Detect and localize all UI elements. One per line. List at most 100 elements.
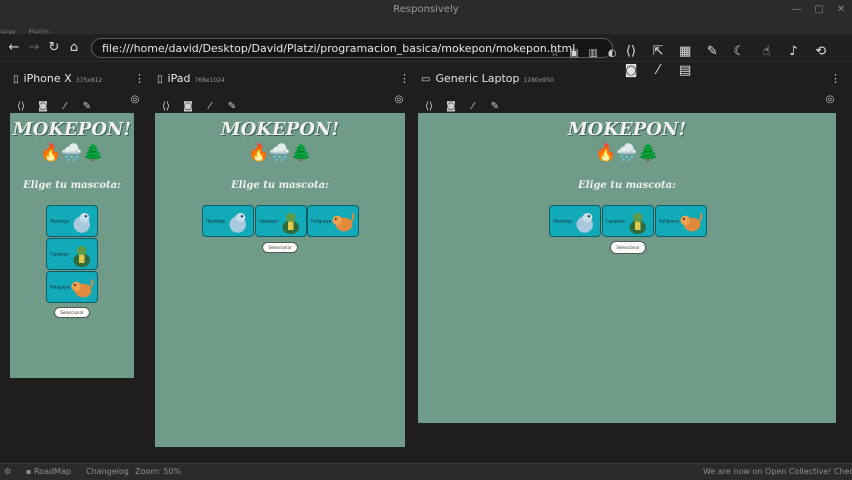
page-title: MOKEPON! — [567, 119, 687, 140]
pet-card-ratigueya[interactable]: Ratigueya — [655, 205, 707, 237]
devtools-icon[interactable]: ⟨⟩ — [620, 44, 642, 59]
pet-card-ratigueya[interactable]: Ratigueya — [46, 271, 98, 303]
layout-icon[interactable]: ▤ — [674, 63, 696, 78]
rotate-icon[interactable]: ◎ — [819, 94, 841, 105]
url-input[interactable]: file:///home/david/Desktop/David/Platzi/… — [91, 38, 613, 58]
ratigueya-image — [679, 212, 702, 232]
select-pet-button[interactable]: Seleccionar — [54, 307, 90, 318]
darkmode-icon[interactable]: ☾ — [728, 44, 750, 59]
device-header-laptop: ▭ Generic Laptop 1280x950 — [421, 72, 554, 88]
home-icon[interactable]: ⌂ — [66, 40, 82, 56]
address-toolbar: ← → ↻ ⌂ file:///home/david/Desktop/David… — [0, 34, 852, 78]
device-size: 1280x950 — [523, 77, 554, 84]
edit-icon[interactable]: ✎ — [76, 101, 98, 112]
forward-icon[interactable]: → — [26, 40, 42, 56]
ratigueya-image — [70, 278, 93, 298]
screenshot-icon[interactable]: ◙ — [177, 101, 199, 112]
pet-card-capipepo[interactable]: Capipepo — [255, 205, 307, 237]
pet-card-hipodoge[interactable]: Hipodoge — [202, 205, 254, 237]
hipodoge-image — [73, 212, 90, 233]
device-tools-laptop: ⟨⟩ ◙ ⁄ ✎ ◎ — [418, 94, 836, 112]
hipodoge-image — [576, 212, 593, 233]
edit-icon[interactable]: ✎ — [701, 44, 723, 59]
eyedropper-icon[interactable]: ⁄ — [54, 101, 76, 112]
tablet-icon: ▯ — [157, 74, 163, 85]
devtools-icon[interactable]: ⟨⟩ — [155, 101, 177, 112]
device-name: iPad — [167, 72, 191, 85]
viewport-laptop[interactable]: MOKEPON! 🔥🌧️🌲 Elige tu mascota: Hipodoge… — [418, 113, 836, 423]
camera-icon[interactable]: ◙ — [620, 63, 642, 78]
sound-icon[interactable]: ♪ — [783, 44, 805, 59]
device-menu-icon[interactable]: ⋮ — [399, 72, 410, 85]
touch-icon[interactable]: ☝ — [755, 44, 777, 59]
device-header-ipad: ▯ iPad 768x1024 — [157, 72, 225, 88]
rotate-icon[interactable]: ◎ — [388, 94, 410, 105]
emoji-row: 🔥🌧️🌲 — [40, 143, 104, 163]
page-title: MOKEPON! — [12, 119, 132, 140]
emoji-row: 🔥🌧️🌲 — [248, 143, 312, 163]
minimize-icon[interactable]: — — [790, 3, 804, 17]
viewport-iphone[interactable]: MOKEPON! 🔥🌧️🌲 Elige tu mascota: Hipodoge… — [10, 113, 134, 378]
device-menu-icon[interactable]: ⋮ — [134, 72, 145, 85]
close-window-icon[interactable]: ✕ — [834, 3, 848, 17]
pet-name: Capipepo — [50, 251, 69, 257]
device-size: 768x1024 — [194, 77, 225, 84]
device-menu-icon[interactable]: ⋮ — [830, 72, 841, 85]
pet-name: Hipodoge — [50, 218, 70, 224]
inspect-icon[interactable]: ⇱ — [647, 44, 669, 59]
global-tools: ⟨⟩ ⇱ ▦ ✎ ☾ ☝ ♪ ⟲ ◙ ⁄ ▤ — [620, 40, 852, 78]
pet-name: Capipepo — [259, 218, 278, 224]
pet-card-ratigueya[interactable]: Ratigueya — [307, 205, 359, 237]
rotate-icon[interactable]: ◎ — [124, 94, 146, 105]
changelog-link[interactable]: Changelog — [86, 467, 129, 476]
eyedropper-icon[interactable]: ⁄ — [647, 63, 669, 78]
select-pet-button[interactable]: Seleccionar — [610, 241, 646, 254]
settings-icon[interactable]: ⚙ — [4, 467, 11, 476]
select-pet-button[interactable]: Seleccionar — [262, 242, 298, 253]
capipepo-image — [282, 212, 299, 235]
reload-icon[interactable]: ↻ — [46, 40, 62, 56]
screenshot-icon[interactable]: ◙ — [440, 101, 462, 112]
open-collective-notice[interactable]: We are now on Open Collective! Check it … — [703, 467, 852, 476]
phone-icon: ▯ — [13, 74, 19, 85]
page-title: MOKEPON! — [220, 119, 340, 140]
window-titlebar: Responsively — ▢ ✕ — [0, 0, 852, 20]
emoji-row: 🔥🌧️🌲 — [595, 143, 659, 163]
device-name: Generic Laptop — [435, 72, 520, 85]
device-size: 375x812 — [75, 77, 103, 84]
capipepo-image — [73, 245, 90, 268]
pet-card-capipepo[interactable]: Capipepo — [602, 205, 654, 237]
pet-card-hipodoge[interactable]: Hipodoge — [549, 205, 601, 237]
clear-icon[interactable]: ◐ — [605, 48, 619, 59]
devtools-icon[interactable]: ⟨⟩ — [418, 101, 440, 112]
edit-icon[interactable]: ✎ — [221, 101, 243, 112]
page-subtitle: Elige tu mascota: — [578, 180, 676, 191]
zoom-level: Zoom: 50% — [135, 467, 182, 476]
preview-icon[interactable]: ▦ — [674, 44, 696, 59]
viewport-ipad[interactable]: MOKEPON! 🔥🌧️🌲 Elige tu mascota: Hipodoge… — [155, 113, 405, 447]
menu-bar: View Help — [0, 20, 852, 38]
screenshot-icon[interactable]: ▣ — [567, 48, 581, 59]
edit-icon[interactable]: ✎ — [484, 101, 506, 112]
pet-name: Hipodoge — [553, 218, 573, 224]
delete-icon[interactable]: ▥ — [586, 48, 600, 59]
rotate-icon[interactable]: ⟲ — [810, 44, 832, 59]
laptop-icon: ▭ — [421, 74, 431, 85]
back-icon[interactable]: ← — [6, 40, 22, 56]
device-tools-iphone: ⟨⟩ ◙ ⁄ ✎ ◎ — [10, 94, 139, 112]
pet-card-capipepo[interactable]: Capipepo — [46, 238, 98, 270]
devtools-icon[interactable]: ⟨⟩ — [10, 101, 32, 112]
screenshot-icon[interactable]: ◙ — [32, 101, 54, 112]
eyedropper-icon[interactable]: ⁄ — [199, 101, 221, 112]
pet-name: Hipodoge — [206, 218, 226, 224]
capipepo-image — [629, 212, 646, 235]
hipodoge-image — [229, 212, 246, 233]
roadmap-link[interactable]: ▪ RoadMap — [26, 467, 71, 476]
device-tools-ipad: ⟨⟩ ◙ ⁄ ✎ ◎ — [155, 94, 405, 112]
maximize-icon[interactable]: ▢ — [812, 3, 826, 17]
ratigueya-image — [331, 212, 354, 232]
pet-name: Capipepo — [606, 218, 625, 224]
pet-card-hipodoge[interactable]: Hipodoge — [46, 205, 98, 237]
bookmark-icon[interactable]: ☆ — [548, 48, 562, 59]
eyedropper-icon[interactable]: ⁄ — [462, 101, 484, 112]
